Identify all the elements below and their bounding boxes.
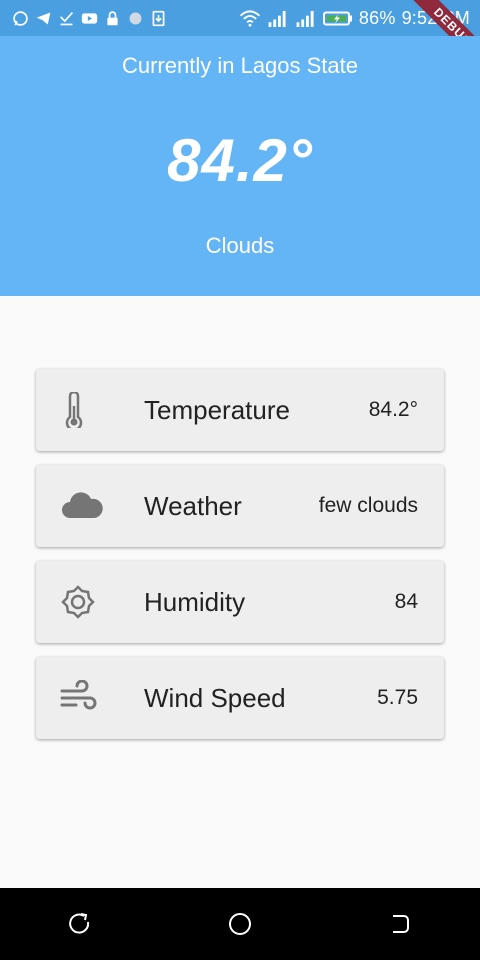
- wind-icon: [60, 680, 97, 710]
- card-label: Humidity: [144, 587, 246, 617]
- sun-icon: [61, 585, 95, 619]
- card-value: 84.2°: [368, 398, 418, 421]
- temperature-card[interactable]: Temperature 84.2°: [36, 369, 444, 451]
- current-temperature: 84.2°: [167, 127, 313, 194]
- weather-card[interactable]: Weather few clouds: [36, 465, 444, 547]
- clock: 9:52 PM: [401, 7, 470, 28]
- system-nav-bar: [0, 888, 480, 960]
- card-label: Temperature: [144, 395, 290, 425]
- battery-percent: 86%: [358, 7, 396, 28]
- telegram-icon: [36, 12, 51, 24]
- humidity-card[interactable]: Humidity 84: [36, 561, 444, 643]
- card-label: Weather: [144, 491, 242, 521]
- signal-icon: [268, 10, 286, 27]
- wind-speed-card[interactable]: Wind Speed 5.75: [36, 657, 444, 739]
- system-icons: 86% 9:52 PM: [239, 8, 470, 29]
- weather-condition: Clouds: [205, 233, 275, 258]
- location-title: Currently in Lagos State: [121, 53, 359, 78]
- home-button[interactable]: [227, 911, 253, 937]
- youtube-icon: [81, 12, 98, 24]
- lock-icon: [107, 10, 118, 25]
- circle-icon: [129, 12, 142, 24]
- check-download-icon: [59, 11, 74, 25]
- cloud-icon: [62, 492, 103, 518]
- card-value: 5.75: [377, 686, 418, 709]
- signal-icon: [296, 10, 314, 27]
- battery-icon: [322, 11, 352, 25]
- card-value: few clouds: [318, 494, 418, 517]
- back-button[interactable]: [387, 911, 413, 937]
- notification-icons: [12, 10, 167, 27]
- card-value: 84: [394, 590, 418, 613]
- weather-header: Currently in Lagos State 84.2° Clouds: [0, 36, 480, 296]
- status-bar: 86% 9:52 PM DEBUG: [0, 0, 480, 73]
- thermometer-icon: [65, 392, 83, 428]
- recent-apps-button[interactable]: [67, 911, 93, 937]
- wifi-icon: [239, 9, 260, 27]
- whatsapp-icon: [13, 10, 28, 26]
- download-icon: [152, 10, 165, 26]
- weather-details-list: Temperature 84.2° Weather few clouds Hum…: [36, 369, 444, 753]
- card-label: Wind Speed: [144, 683, 286, 713]
